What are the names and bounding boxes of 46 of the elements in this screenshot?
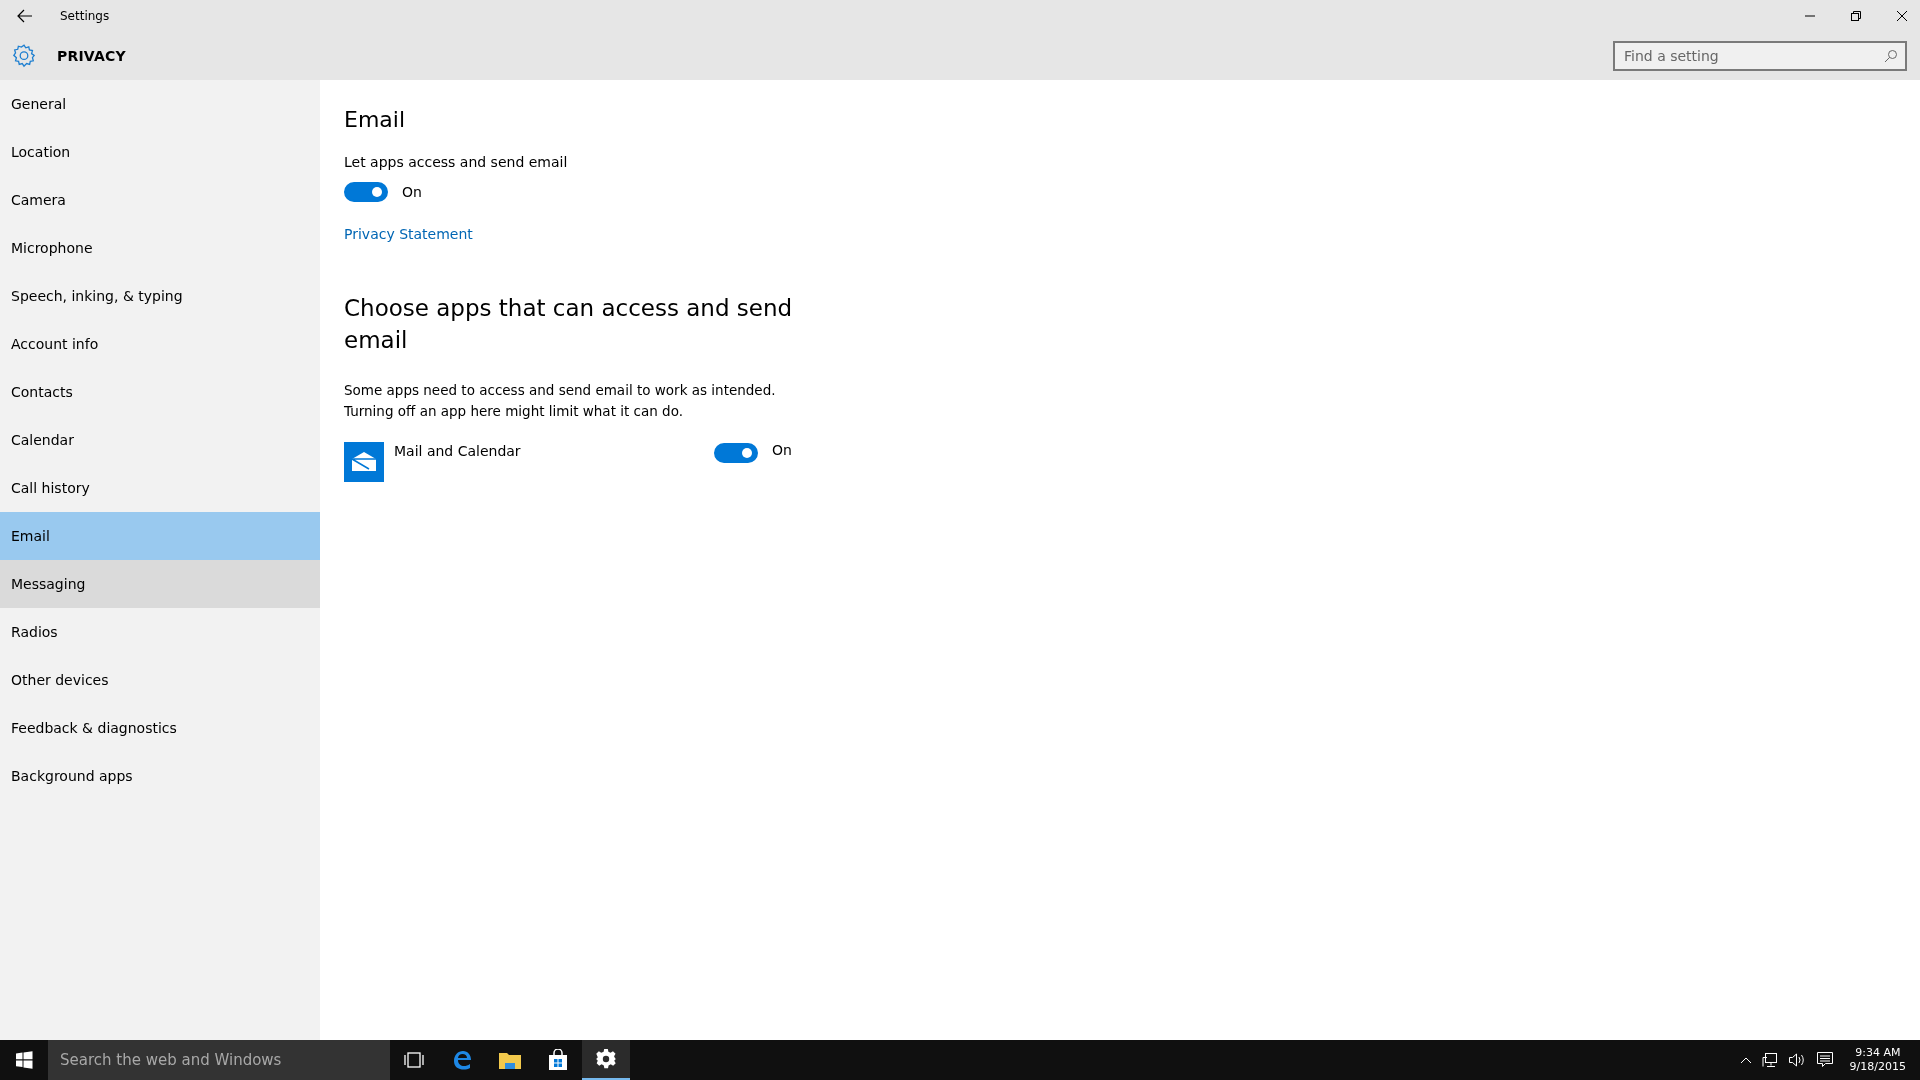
sidebar-item[interactable]: Email [0, 512, 320, 560]
search-field[interactable]: Find a setting [1613, 41, 1907, 71]
restore-icon[interactable] [1850, 10, 1862, 22]
chevron-up-icon[interactable] [1739, 1056, 1752, 1064]
sidebar-item[interactable]: Background apps [0, 752, 320, 800]
search-icon[interactable] [1884, 49, 1898, 63]
sidebar-item[interactable]: Microphone [0, 224, 320, 272]
sidebar-item[interactable]: Other devices [0, 656, 320, 704]
sidebar-item[interactable]: General [0, 80, 320, 128]
taskbar-button[interactable] [582, 1040, 630, 1080]
sidebar-item[interactable]: Location [0, 128, 320, 176]
gear-icon [11, 43, 37, 69]
store-bag-icon [547, 1049, 569, 1071]
toggle-state: On [772, 442, 792, 458]
toggle-switch[interactable] [714, 443, 758, 463]
settings-icon [595, 1048, 617, 1070]
sidebar-item[interactable]: Contacts [0, 368, 320, 416]
section-title: Email [344, 107, 406, 132]
sidebar-item[interactable]: Account info [0, 320, 320, 368]
sidebar-item[interactable]: Messaging [0, 560, 320, 608]
setting-label: Let apps access and send email [344, 154, 568, 170]
clock[interactable]: 9:34 AM 9/18/2015 [1849, 1046, 1906, 1074]
browser-icon [451, 1049, 473, 1071]
mail-app-icon [344, 442, 384, 482]
close-icon[interactable] [1896, 10, 1908, 22]
sidebar-item[interactable]: Feedback & diagnostics [0, 704, 320, 752]
sidebar-item[interactable]: Radios [0, 608, 320, 656]
task-view-icon [403, 1052, 425, 1068]
section-heading: Choose apps that can access and send email [344, 294, 794, 355]
toggle-state: On [402, 184, 422, 200]
network-icon[interactable] [1761, 1052, 1778, 1068]
sidebar-item[interactable]: Speech, inking, & typing [0, 272, 320, 320]
app-name: Mail and Calendar [394, 443, 522, 459]
window-title: Settings [60, 9, 110, 23]
sidebar-item[interactable]: Call history [0, 464, 320, 512]
description: Some apps need to access and send email to work as intended. Turning off an app here might limit what it can do. [344, 381, 776, 421]
sidebar-item[interactable]: Calendar [0, 416, 320, 464]
volume-icon[interactable] [1787, 1052, 1806, 1068]
notification-icon[interactable] [1815, 1051, 1834, 1069]
sidebar-item[interactable]: Camera [0, 176, 320, 224]
toggle-switch[interactable] [344, 182, 388, 202]
taskbar-search-field[interactable]: Search the web and Windows [48, 1040, 390, 1080]
page-title: PRIVACY [57, 48, 126, 64]
privacy-link[interactable]: Privacy Statement [344, 226, 473, 242]
folder-icon [498, 1050, 522, 1070]
back-arrow-icon[interactable] [17, 9, 33, 23]
